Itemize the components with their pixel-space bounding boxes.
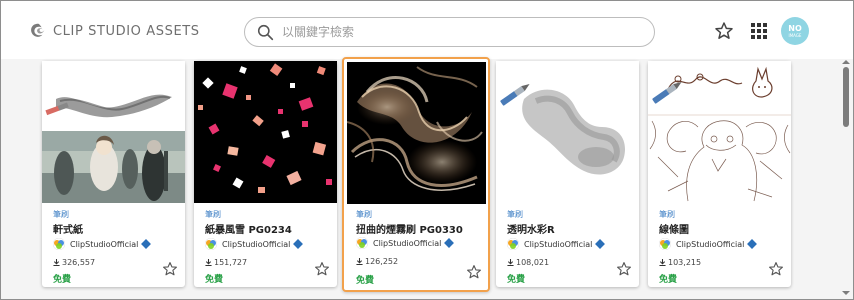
app-title: CLIP STUDIO ASSETS [53, 23, 200, 39]
user-avatar[interactable]: NO IMAGE [781, 17, 809, 45]
scroll-down-arrow-icon[interactable] [842, 291, 850, 295]
favorites-star-icon[interactable] [714, 21, 734, 41]
download-icon [507, 259, 514, 266]
avatar-subtext: IMAGE [788, 32, 802, 38]
asset-category: 筆刷 [356, 210, 372, 219]
price-label: 免費 [53, 275, 72, 285]
asset-category: 筆刷 [53, 210, 69, 219]
author-name: ClipStudioOfficial [222, 239, 291, 249]
author-avatar-icon [53, 238, 65, 250]
official-badge-icon [444, 238, 455, 248]
asset-category: 筆刷 [205, 210, 221, 219]
asset-title[interactable]: 透明水彩R [507, 221, 555, 236]
search-bar[interactable] [244, 17, 655, 47]
asset-author[interactable]: ClipStudioOfficial [53, 237, 152, 251]
asset-card[interactable]: 筆刷 線條圖 ClipStudioOfficial 103,215 免費 [648, 61, 791, 287]
apps-grid-icon[interactable] [749, 21, 769, 41]
author-avatar-icon [356, 237, 368, 249]
brush-stroke-painting-image [42, 61, 185, 203]
download-count-value: 151,727 [214, 258, 248, 267]
author-name: ClipStudioOfficial [524, 239, 593, 249]
official-badge-icon [141, 239, 152, 249]
asset-title[interactable]: 紙暴風雪 PG0234 [205, 221, 292, 236]
official-badge-icon [293, 239, 304, 249]
favorite-star-icon[interactable] [314, 261, 330, 277]
asset-title[interactable]: 軒式紙 [53, 221, 83, 236]
asset-author[interactable]: ClipStudioOfficial [507, 237, 606, 251]
author-name: ClipStudioOfficial [373, 238, 442, 248]
favorite-star-icon[interactable] [162, 261, 178, 277]
download-icon [53, 259, 60, 266]
price-label: 免費 [356, 276, 375, 286]
official-badge-icon [747, 239, 758, 249]
asset-thumbnail [194, 61, 337, 203]
asset-card-selected[interactable]: 筆刷 扭曲的煙霧刷 PG0330 ClipStudioOfficial 126,… [342, 57, 490, 292]
asset-thumbnail [42, 61, 185, 203]
watercolor-image [496, 61, 639, 203]
author-avatar-icon [507, 238, 519, 250]
app-window: CLIP STUDIO ASSETS NO IMAGE [0, 0, 854, 300]
author-name: ClipStudioOfficial [70, 239, 139, 249]
line-art-image [648, 61, 791, 203]
scroll-up-arrow-icon[interactable] [842, 60, 850, 64]
favorite-star-icon[interactable] [768, 261, 784, 277]
download-count: 103,215 [659, 258, 701, 267]
download-count: 151,727 [205, 258, 247, 267]
author-name: ClipStudioOfficial [676, 239, 745, 249]
asset-title[interactable]: 扭曲的煙霧刷 PG0330 [356, 221, 463, 236]
official-badge-icon [595, 239, 606, 249]
asset-thumbnail [496, 61, 639, 203]
smoke-image [347, 62, 486, 204]
asset-author[interactable]: ClipStudioOfficial [659, 237, 758, 251]
search-input[interactable] [282, 21, 642, 43]
confetti-image [194, 61, 337, 203]
asset-card[interactable]: 筆刷 紙暴風雪 PG0234 ClipStudioOfficial 151,72… [194, 61, 337, 287]
download-icon [205, 259, 212, 266]
scrollbar-thumb[interactable] [843, 67, 849, 127]
price-label: 免費 [205, 275, 224, 285]
download-count: 326,557 [53, 258, 95, 267]
author-avatar-icon [205, 238, 217, 250]
download-count-value: 108,021 [516, 258, 550, 267]
download-count-value: 103,215 [668, 258, 702, 267]
asset-author[interactable]: ClipStudioOfficial [205, 237, 304, 251]
asset-category: 筆刷 [659, 210, 675, 219]
download-count: 126,252 [356, 257, 398, 266]
avatar-text: NO [788, 23, 802, 33]
download-icon [659, 259, 666, 266]
favorite-star-icon[interactable] [616, 261, 632, 277]
asset-thumbnail [347, 62, 486, 204]
author-avatar-icon [659, 238, 671, 250]
asset-title[interactable]: 線條圖 [659, 221, 689, 236]
app-logo[interactable]: CLIP STUDIO ASSETS [29, 21, 200, 41]
download-icon [356, 258, 363, 265]
search-icon [257, 24, 274, 40]
clip-studio-logo-icon [31, 23, 45, 37]
favorite-star-icon[interactable] [466, 264, 482, 280]
asset-category: 筆刷 [507, 210, 523, 219]
asset-card[interactable]: 筆刷 軒式紙 ClipStudioOfficial 326,557 免費 [42, 61, 185, 287]
asset-thumbnail [648, 61, 791, 203]
price-label: 免費 [659, 275, 678, 285]
header-bar: CLIP STUDIO ASSETS NO IMAGE [1, 1, 853, 59]
asset-author[interactable]: ClipStudioOfficial [356, 236, 455, 250]
asset-card[interactable]: 筆刷 透明水彩R ClipStudioOfficial 108,021 免費 [496, 61, 639, 287]
price-label: 免費 [507, 275, 526, 285]
vertical-scrollbar[interactable] [839, 59, 853, 299]
download-count-value: 326,557 [62, 258, 96, 267]
download-count: 108,021 [507, 258, 549, 267]
download-count-value: 126,252 [365, 257, 399, 266]
